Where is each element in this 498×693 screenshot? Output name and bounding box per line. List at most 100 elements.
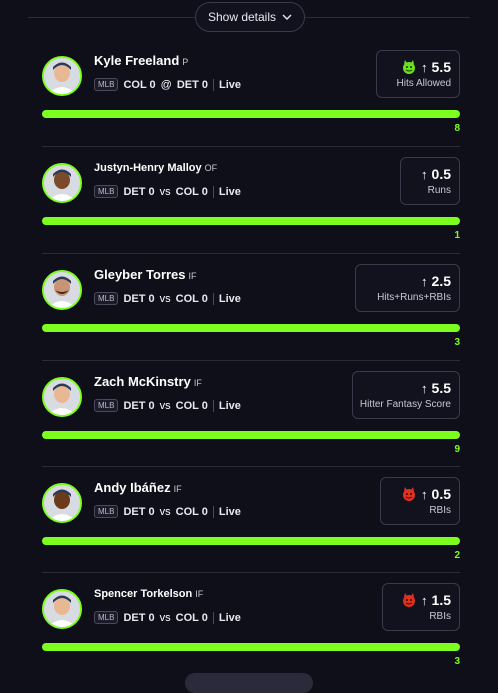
player-name: Zach McKinstry IF — [94, 374, 202, 389]
show-details-label: Show details — [207, 10, 277, 24]
team-score: COL 0 — [175, 505, 208, 518]
team-score: DET 0 — [123, 505, 155, 518]
devil-green-icon — [403, 60, 416, 74]
player-avatar — [42, 483, 82, 523]
game-info: MLB COL 0 @ DET 0 Live — [94, 78, 241, 91]
current-value: 9 — [454, 444, 460, 455]
league-badge: MLB — [94, 78, 119, 91]
progress-bar — [42, 537, 460, 545]
player-headshot-icon — [44, 58, 80, 94]
bottom-action-button[interactable] — [185, 673, 313, 693]
player-avatar — [42, 589, 82, 629]
player-headshot-icon — [44, 485, 80, 521]
stat-type: Runs — [427, 185, 451, 196]
player-name: Kyle Freeland P — [94, 53, 189, 68]
player-card[interactable]: Kyle Freeland P MLB COL 0 @ DET 0 Live ↑ … — [42, 50, 460, 136]
current-value: 1 — [454, 230, 460, 241]
player-name: Justyn-Henry Malloy OF — [94, 162, 218, 174]
player-headshot-icon — [44, 165, 80, 201]
separator — [212, 185, 214, 198]
card-divider — [42, 360, 460, 361]
game-info: MLB DET 0 vs COL 0 Live — [94, 505, 241, 518]
league-badge: MLB — [94, 505, 119, 518]
stat-type: RBIs — [429, 505, 451, 516]
line-value: 1.5 — [431, 592, 451, 608]
current-value: 8 — [454, 123, 460, 134]
team-score: COL 0 — [123, 78, 156, 91]
separator — [212, 292, 214, 305]
game-status: Live — [218, 611, 241, 624]
separator — [213, 78, 215, 91]
separator — [212, 611, 214, 624]
chevron-down-icon — [282, 14, 292, 20]
arrow-up-icon: ↑ — [421, 59, 428, 75]
player-avatar — [42, 163, 82, 203]
show-details-button[interactable]: Show details — [195, 2, 305, 32]
player-name: Spencer Torkelson IF — [94, 588, 204, 600]
card-divider — [42, 253, 460, 254]
card-divider — [42, 466, 460, 467]
projection-box[interactable]: ↑ 5.5 Hitter Fantasy Score — [352, 371, 460, 419]
projection-box[interactable]: ↑ 0.5 RBIs — [380, 477, 460, 525]
player-card[interactable]: Justyn-Henry Malloy OF MLB DET 0 vs COL 0… — [42, 157, 460, 243]
player-card[interactable]: Gleyber Torres IF MLB DET 0 vs COL 0 Live… — [42, 264, 460, 350]
team-score: DET 0 — [123, 185, 155, 198]
game-status: Live — [219, 78, 242, 91]
card-divider — [42, 572, 460, 573]
game-info: MLB DET 0 vs COL 0 Live — [94, 399, 241, 412]
team-score: COL 0 — [175, 292, 208, 305]
arrow-up-icon: ↑ — [421, 592, 428, 608]
line-value: 0.5 — [431, 166, 451, 182]
arrow-up-icon: ↑ — [421, 166, 428, 182]
progress-bar — [42, 110, 460, 118]
top-bar: Show details — [0, 0, 498, 36]
player-card[interactable]: Andy Ibáñez IF MLB DET 0 vs COL 0 Live ↑ … — [42, 477, 460, 563]
league-badge: MLB — [94, 399, 119, 412]
game-info: MLB DET 0 vs COL 0 Live — [94, 611, 241, 624]
league-badge: MLB — [94, 292, 119, 305]
current-value: 3 — [454, 656, 460, 667]
arrow-up-icon: ↑ — [421, 273, 428, 289]
game-separator: vs — [159, 185, 171, 198]
devil-red-icon — [403, 593, 416, 607]
game-separator: vs — [159, 292, 171, 305]
player-headshot-icon — [44, 379, 80, 415]
devil-red-icon — [403, 487, 416, 501]
current-value: 3 — [454, 337, 460, 348]
game-separator: vs — [159, 399, 171, 412]
player-avatar — [42, 270, 82, 310]
player-card[interactable]: Spencer Torkelson IF MLB DET 0 vs COL 0 L… — [42, 583, 460, 669]
player-card[interactable]: Zach McKinstry IF MLB DET 0 vs COL 0 Live… — [42, 371, 460, 457]
projection-box[interactable]: ↑ 5.5 Hits Allowed — [376, 50, 460, 98]
game-separator: vs — [159, 505, 171, 518]
projection-box[interactable]: ↑ 0.5 Runs — [400, 157, 460, 205]
line-value: 5.5 — [431, 59, 451, 75]
projection-box[interactable]: ↑ 2.5 Hits+Runs+RBIs — [355, 264, 460, 312]
player-headshot-icon — [44, 272, 80, 308]
progress-bar — [42, 217, 460, 225]
line-value: 0.5 — [431, 486, 451, 502]
projection-box[interactable]: ↑ 1.5 RBIs — [382, 583, 460, 631]
card-divider — [42, 146, 460, 147]
player-name: Gleyber Torres IF — [94, 267, 197, 282]
team-score: DET 0 — [123, 399, 155, 412]
game-info: MLB DET 0 vs COL 0 Live — [94, 185, 241, 198]
game-info: MLB DET 0 vs COL 0 Live — [94, 292, 241, 305]
progress-bar — [42, 324, 460, 332]
stat-type: Hits Allowed — [396, 78, 451, 89]
team-score: COL 0 — [175, 611, 208, 624]
line-value: 5.5 — [431, 380, 451, 396]
line-value: 2.5 — [431, 273, 451, 289]
stat-type: Hitter Fantasy Score — [359, 399, 451, 410]
progress-bar — [42, 431, 460, 439]
stat-type: RBIs — [429, 611, 451, 622]
progress-bar — [42, 643, 460, 651]
league-badge: MLB — [94, 185, 119, 198]
game-separator: @ — [160, 78, 172, 91]
game-status: Live — [218, 505, 241, 518]
team-score: COL 0 — [175, 185, 208, 198]
league-badge: MLB — [94, 611, 119, 624]
team-score: DET 0 — [123, 611, 155, 624]
player-name: Andy Ibáñez IF — [94, 480, 182, 495]
player-avatar — [42, 56, 82, 96]
